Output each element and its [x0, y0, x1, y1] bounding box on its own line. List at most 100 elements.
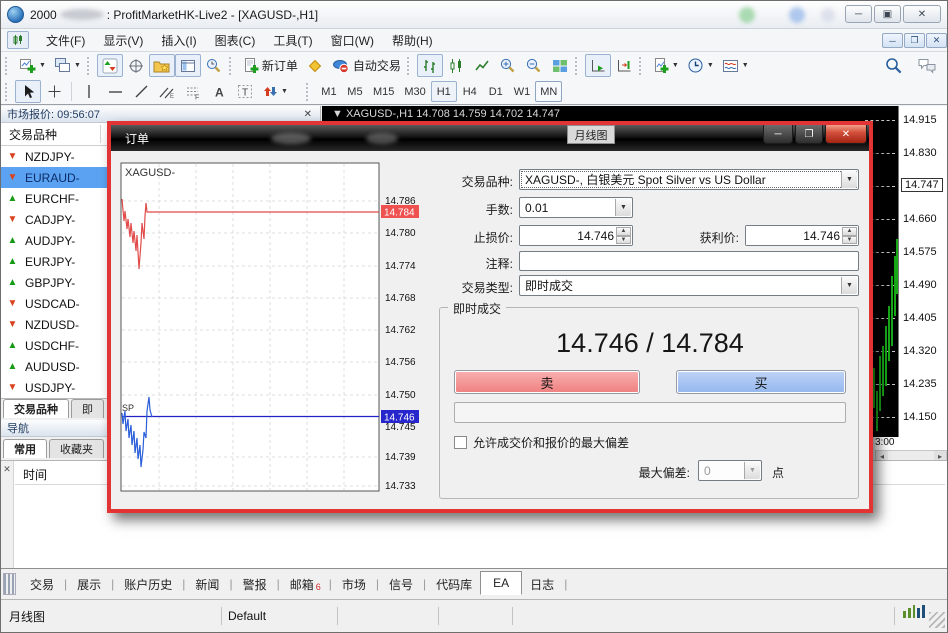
data-window-button[interactable] [123, 54, 149, 77]
dialog-minimize-button[interactable]: ─ [763, 125, 793, 144]
timeframe-m1[interactable]: M1 [316, 81, 342, 102]
candlestick-chart-button[interactable] [443, 54, 469, 77]
minimize-button[interactable]: ─ [845, 5, 872, 23]
symbol-select-arrow-icon[interactable]: ▼ [841, 171, 857, 188]
spin-down-icon[interactable]: ▼ [616, 236, 631, 245]
menu-help[interactable]: 帮助(H) [383, 29, 442, 52]
tab-trade[interactable]: 交易 [22, 576, 62, 593]
tab-account-history[interactable]: 账户历史 [116, 576, 180, 593]
tab-common[interactable]: 常用 [3, 439, 47, 458]
menu-file[interactable]: 文件(F) [37, 29, 94, 52]
crosshair-tool-button[interactable] [41, 80, 67, 103]
sell-button[interactable]: 卖 [454, 370, 640, 394]
order-dialog-titlebar[interactable]: 订单 ─ ❐ ✕ [111, 125, 869, 151]
timeframe-w1[interactable]: W1 [509, 81, 536, 102]
timeframe-m5[interactable]: M5 [342, 81, 368, 102]
order-type-select[interactable]: 即时成交 ▼ [519, 275, 859, 296]
terminal-close-icon[interactable]: ✕ [1, 464, 13, 475]
tab-code-base[interactable]: 代码库 [428, 576, 480, 593]
tab-exposure[interactable]: 展示 [69, 576, 109, 593]
new-chart-dropdown[interactable]: ▼ [39, 62, 46, 69]
tab-journal[interactable]: 日志 [522, 576, 562, 593]
max-deviation-select[interactable]: 0 ▼ [698, 460, 762, 481]
comment-input[interactable] [519, 251, 859, 271]
volume-select-arrow-icon[interactable]: ▼ [615, 199, 631, 216]
chart-menu-icon[interactable] [7, 31, 29, 49]
takeprofit-spinner[interactable]: ▲▼ [745, 225, 859, 246]
deviation-checkbox[interactable] [454, 436, 467, 449]
timeframe-mn[interactable]: MN [535, 81, 562, 102]
bar-chart-button[interactable] [417, 54, 443, 77]
menu-tools[interactable]: 工具(T) [264, 29, 321, 52]
auto-scroll-button[interactable] [585, 54, 611, 77]
arrows-button[interactable]: ▼ [258, 80, 292, 103]
indicators-button[interactable]: ▼ [649, 54, 683, 77]
dialog-close-button[interactable]: ✕ [825, 125, 867, 144]
zoom-out-button[interactable] [521, 54, 547, 77]
tab-symbols[interactable]: 交易品种 [3, 399, 69, 418]
community-chat-button[interactable] [913, 54, 941, 77]
status-profile[interactable]: Default [222, 609, 337, 623]
tab-mailbox[interactable]: 邮箱 [282, 576, 316, 593]
vertical-line-button[interactable] [76, 80, 102, 103]
takeprofit-spin-buttons[interactable]: ▲▼ [842, 227, 857, 244]
resize-grip[interactable] [929, 612, 945, 628]
new-order-button[interactable]: 新订单 [239, 54, 302, 77]
market-watch-close-icon[interactable]: ✕ [304, 109, 314, 120]
timeframe-h1[interactable]: H1 [431, 81, 457, 102]
order-type-arrow-icon[interactable]: ▼ [841, 277, 857, 294]
menu-insert[interactable]: 插入(I) [152, 29, 205, 52]
menu-window[interactable]: 窗口(W) [322, 29, 383, 52]
dialog-restore-button[interactable]: ❐ [795, 125, 823, 144]
zoom-in-button[interactable] [495, 54, 521, 77]
maximize-button[interactable]: ▣ [874, 5, 901, 23]
volume-select[interactable]: 0.01 ▼ [519, 197, 633, 218]
equidistant-channel-button[interactable]: E [154, 80, 180, 103]
trendline-button[interactable] [128, 80, 154, 103]
cursor-button[interactable] [15, 80, 41, 103]
chart-shift-button[interactable] [611, 54, 637, 77]
symbol-select[interactable]: XAGUSD-, 白银美元 Spot Silver vs US Dollar ▼ [519, 169, 859, 190]
text-label-button[interactable]: T [232, 80, 258, 103]
mdi-restore-button[interactable]: ❐ [904, 33, 925, 48]
spin-up-icon[interactable]: ▲ [842, 227, 857, 236]
arrows-dropdown[interactable]: ▼ [281, 88, 288, 95]
price-axis[interactable]: 14.915 14.830 14.747 14.660 14.575 14.49… [898, 106, 947, 437]
mdi-close-button[interactable]: ✕ [926, 33, 947, 48]
menu-charts[interactable]: 图表(C) [206, 29, 265, 52]
stoploss-spinner[interactable]: ▲▼ [519, 225, 633, 246]
fibonacci-button[interactable]: F [180, 80, 206, 103]
timeframe-d1[interactable]: D1 [483, 81, 509, 102]
line-chart-button[interactable] [469, 54, 495, 77]
menu-view[interactable]: 显示(V) [94, 29, 152, 52]
tab-favorites[interactable]: 收藏夹 [49, 439, 104, 458]
autotrading-button[interactable]: 自动交易 [328, 54, 405, 77]
tab-tick-chart[interactable]: 即 [71, 399, 104, 418]
tab-news[interactable]: 新闻 [187, 576, 227, 593]
navigator-button[interactable] [149, 54, 175, 77]
strategy-tester-button[interactable] [201, 54, 227, 77]
mdi-minimize-button[interactable]: ─ [882, 33, 903, 48]
profiles-dropdown[interactable]: ▼ [74, 62, 81, 69]
timeframe-h4[interactable]: H4 [457, 81, 483, 102]
periods-button[interactable]: ▼ [683, 54, 718, 77]
max-deviation-arrow-icon[interactable]: ▼ [744, 462, 760, 479]
panel-grip[interactable] [3, 573, 16, 595]
timeframe-m15[interactable]: M15 [368, 81, 399, 102]
stoploss-spin-buttons[interactable]: ▲▼ [616, 227, 631, 244]
tab-experts[interactable]: EA [480, 571, 522, 595]
spin-up-icon[interactable]: ▲ [616, 227, 631, 236]
tile-windows-button[interactable] [547, 54, 573, 77]
buy-button[interactable]: 买 [676, 370, 846, 394]
metaeditor-button[interactable] [302, 54, 328, 77]
spin-down-icon[interactable]: ▼ [842, 236, 857, 245]
terminal-button[interactable] [175, 54, 201, 77]
templates-button[interactable]: ▼ [718, 54, 753, 77]
templates-dropdown[interactable]: ▼ [742, 62, 749, 69]
search-button[interactable] [881, 54, 907, 77]
horizontal-line-button[interactable] [102, 80, 128, 103]
tab-alerts[interactable]: 警报 [235, 576, 275, 593]
text-button[interactable]: A [206, 80, 232, 103]
new-chart-button[interactable]: ▼ [15, 54, 50, 77]
market-watch-button[interactable] [97, 54, 123, 77]
